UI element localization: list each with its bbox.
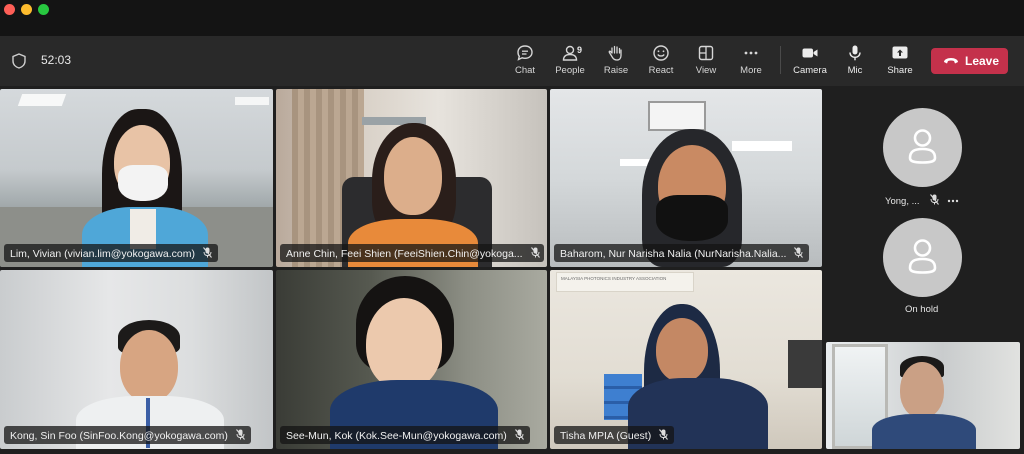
participant-name: Anne Chin, Feei Shien (FeeiShien.Chin@yo… [286,248,523,260]
window-titlebar [0,0,1024,36]
more-button[interactable]: More [728,44,774,80]
mic-muted-icon [794,247,804,258]
participant-nameplate: Tisha MPIA (Guest) [554,426,675,444]
raise-label: Raise [603,65,629,76]
mic-muted-icon [530,247,540,258]
camera-button[interactable]: Camera [787,44,833,80]
meeting-toolbar: 52:03 Chat 9 People Raise React View Mor… [0,36,1024,86]
people-button[interactable]: 9 People [547,44,593,80]
mic-muted-icon [659,429,669,440]
ceiling-vent [648,101,706,131]
mic-label: Mic [847,65,863,76]
ceiling-light [17,94,67,106]
leave-label: Leave [965,54,1000,68]
video-tile-see-mun-kok[interactable]: See-Mun, Kok (Kok.See-Mun@yokogawa.com) [276,270,547,449]
shield-icon [12,53,26,69]
smiley-icon [653,45,669,61]
more-label: More [740,65,762,76]
view-label: View [695,65,717,76]
microphone-icon [849,45,861,61]
participant-name: Yong, ... [885,196,920,207]
raise-hand-icon [608,45,622,61]
minimize-window-button[interactable] [21,4,32,15]
chat-label: Chat [514,65,536,76]
participant-name: Kong, Sin Foo (SinFoo.Kong@yokogawa.com) [10,430,228,442]
video-tile-nur-narisha[interactable]: Baharom, Nur Narisha Nalia (NurNarisha.N… [550,89,822,267]
video-tile-tisha-mpia[interactable]: MALAYSIA PHOTONICS INDUSTRY ASSOCIATION … [550,270,822,449]
participant-name: Baharom, Nur Narisha Nalia (NurNarisha.N… [560,248,787,260]
participant-nameplate: Lim, Vivian (vivian.lim@yokogawa.com) [4,244,218,262]
hang-up-icon [944,58,958,64]
leave-button[interactable]: Leave [931,48,1008,74]
video-tile-kong-sin-foo[interactable]: Kong, Sin Foo (SinFoo.Kong@yokogawa.com) [0,270,273,449]
more-options-icon[interactable] [947,199,959,203]
wall-sign: MALAYSIA PHOTONICS INDUSTRY ASSOCIATION [556,272,694,292]
participant-nameplate: Anne Chin, Feei Shien (FeeiShien.Chin@yo… [280,244,544,262]
meeting-timer: 52:03 [41,53,72,67]
mic-muted-icon [203,247,212,258]
person-placeholder-icon [908,129,937,164]
view-button[interactable]: View [683,44,729,80]
people-count-badge: 9 [577,45,583,55]
printer [788,340,822,388]
participant-name: Lim, Vivian (vivian.lim@yokogawa.com) [10,248,195,260]
share-label: Share [887,65,913,76]
mic-muted-icon [930,194,940,205]
ceiling-light [235,97,269,105]
camera-icon [802,48,818,58]
zoom-window-button[interactable] [38,4,49,15]
mic-muted-icon [514,429,524,440]
video-tile-anne-chin[interactable]: Anne Chin, Feei Shien (FeeiShien.Chin@yo… [276,89,547,267]
toolbar-divider [780,46,781,74]
mic-muted-icon [235,429,245,440]
share-button[interactable]: Share [877,44,923,80]
on-hold-label: On hold [905,304,939,315]
self-view-tile[interactable] [826,342,1020,449]
participant-figure [330,276,498,449]
react-label: React [648,65,674,76]
participant-figure [872,356,986,449]
mic-button[interactable]: Mic [832,44,878,80]
video-stage: Lim, Vivian (vivian.lim@yokogawa.com) An… [0,86,1024,454]
sidebar-participant-row: Yong, ... [885,194,959,207]
more-dots-icon [744,51,758,55]
camera-label: Camera [793,65,827,76]
participant-name: Tisha MPIA (Guest) [560,430,652,442]
participant-name: See-Mun, Kok (Kok.See-Mun@yokogawa.com) [286,430,507,442]
react-button[interactable]: React [638,44,684,80]
person-placeholder-icon [908,239,937,274]
video-tile-vivian-lim[interactable]: Lim, Vivian (vivian.lim@yokogawa.com) [0,89,273,267]
layout-grid-icon [698,45,714,61]
people-label: People [555,65,585,76]
close-window-button[interactable] [4,4,15,15]
chat-button[interactable]: Chat [502,44,548,80]
participant-nameplate: Baharom, Nur Narisha Nalia (NurNarisha.N… [554,244,810,262]
avatar[interactable] [883,108,962,187]
chat-icon [517,45,533,61]
share-screen-icon [892,46,908,59]
participant-nameplate: Kong, Sin Foo (SinFoo.Kong@yokogawa.com) [4,426,251,444]
raise-hand-button[interactable]: Raise [593,44,639,80]
participant-nameplate: See-Mun, Kok (Kok.See-Mun@yokogawa.com) [280,426,530,444]
avatar[interactable] [883,218,962,297]
